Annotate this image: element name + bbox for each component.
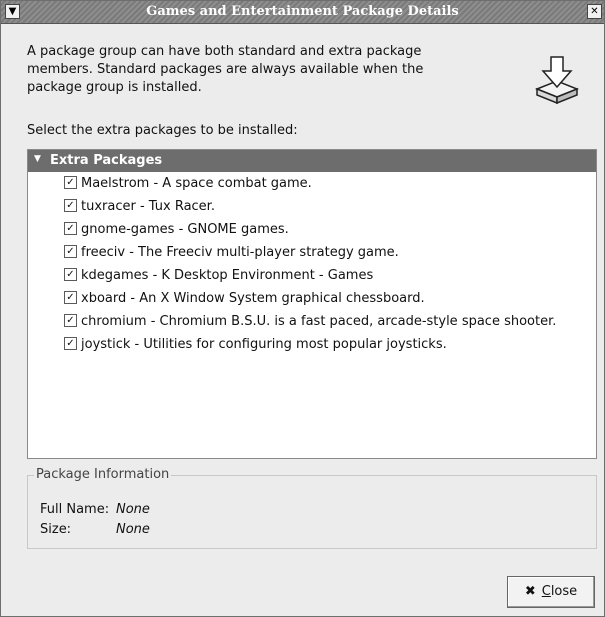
package-information-legend: Package Information [34,467,172,482]
close-x-icon: ✖ [524,584,536,599]
install-arrow-icon [533,55,581,111]
list-item-joystick[interactable]: ✓ joystick - Utilities for configuring mo… [64,337,447,357]
list-item-kdegames[interactable]: ✓ kdegames - K Desktop Environment - Game… [64,268,373,288]
full-name-label: Full Name: [40,502,110,517]
checkbox-checked-icon[interactable]: ✓ [64,245,77,258]
expander-triangle-icon[interactable]: ▼ [34,154,41,164]
chevron-down-icon[interactable]: ▼ [5,4,20,19]
list-item-freeciv[interactable]: ✓ freeciv - The Freeciv multi-player stra… [64,245,399,265]
checkbox-checked-icon[interactable]: ✓ [64,337,77,350]
window-title: Games and Entertainment Package Details [146,4,459,19]
description-text: A package group can have both standard a… [27,44,424,95]
size-value: None [116,522,150,537]
checkbox-checked-icon[interactable]: ✓ [64,199,77,212]
checkbox-checked-icon[interactable]: ✓ [64,268,77,281]
item-label: xboard - An X Window System graphical ch… [81,291,425,306]
checkbox-checked-icon[interactable]: ✓ [64,176,77,189]
item-label: chromium - Chromium B.S.U. is a fast pac… [81,314,557,329]
full-name-value: None [116,502,150,517]
list-item-maelstrom[interactable]: ✓ Maelstrom - A space combat game. [64,176,312,196]
checkbox-checked-icon[interactable]: ✓ [64,314,77,327]
package-details-dialog: ▼ Games and Entertainment Package Detail… [0,0,605,617]
size-label: Size: [40,522,72,537]
group-header-extra-packages[interactable]: ▼ Extra Packages [28,150,596,172]
select-extra-label: Select the extra packages to be installe… [27,123,298,138]
item-label: gnome-games - GNOME games. [81,222,289,237]
checkbox-checked-icon[interactable]: ✓ [64,291,77,304]
item-label: freeciv - The Freeciv multi-player strat… [81,245,399,260]
list-item-xboard[interactable]: ✓ xboard - An X Window System graphical c… [64,291,425,311]
item-label: kdegames - K Desktop Environment - Games [81,268,374,283]
package-information-frame: Package Information Full Name: None Size… [27,467,597,549]
list-item-tuxracer[interactable]: ✓ tuxracer - Tux Racer. [64,199,215,219]
close-button-label: lose [550,584,578,599]
item-label: tuxracer - Tux Racer. [81,199,215,214]
checkbox-checked-icon[interactable]: ✓ [64,222,77,235]
package-list[interactable]: ▼ Extra Packages ✓ Maelstrom - A space co… [27,149,597,459]
item-label: Maelstrom - A space combat game. [81,176,312,191]
title-bar[interactable]: ▼ Games and Entertainment Package Detail… [1,1,604,24]
list-item-gnome-games[interactable]: ✓ gnome-games - GNOME games. [64,222,289,242]
group-label: Extra Packages [50,153,163,168]
list-item-chromium[interactable]: ✓ chromium - Chromium B.S.U. is a fast pa… [64,314,556,334]
close-button[interactable]: ✖ Close [507,576,595,608]
close-button-mnemonic: C [541,584,551,599]
close-icon[interactable]: ✕ [587,4,602,19]
item-label: joystick - Utilities for configuring mos… [81,337,447,352]
